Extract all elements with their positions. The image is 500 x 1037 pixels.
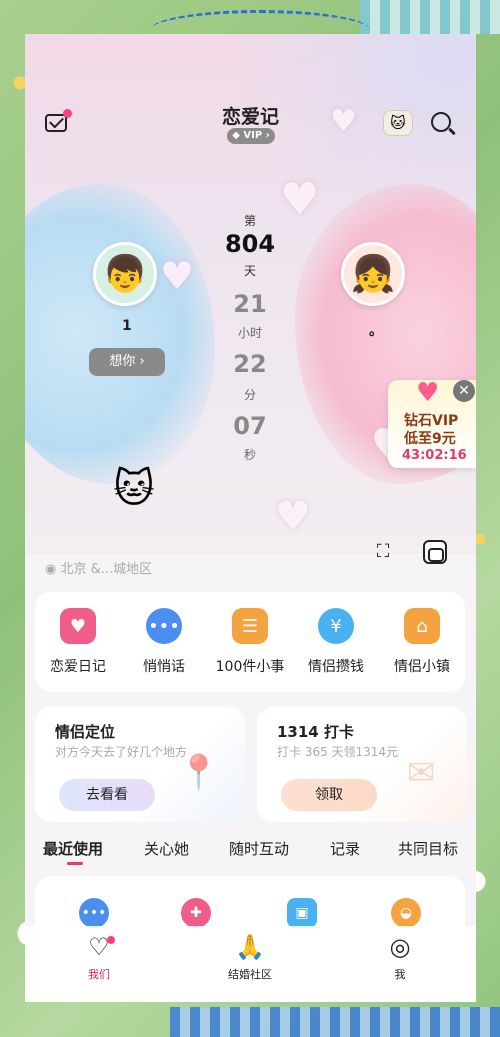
checkin-card-subtitle: 打卡 365 天领1314元 bbox=[277, 745, 399, 759]
feature-town[interactable]: ⌂ 情侣小镇 bbox=[379, 608, 465, 676]
partner-name-left: 1 bbox=[122, 318, 132, 334]
checkin-card-title: 1314 打卡 bbox=[277, 723, 354, 741]
hours-number: 21 bbox=[233, 290, 267, 318]
hands-icon: 🙏 bbox=[235, 933, 265, 961]
list-icon: ☰ bbox=[232, 608, 268, 644]
gift-envelope-icon: ✉ bbox=[406, 753, 436, 793]
nav-label: 我 bbox=[394, 968, 406, 981]
feature-label: 悄悄话 bbox=[143, 659, 185, 675]
map-pin-icon: 📍 bbox=[177, 753, 221, 793]
tab-recent[interactable]: 最近使用 bbox=[43, 838, 103, 859]
nav-us[interactable]: ♡ 我们 bbox=[59, 932, 139, 982]
hours-value: 21 bbox=[220, 290, 280, 318]
nav-label: 结婚社区 bbox=[228, 968, 272, 981]
days-value: 804 bbox=[220, 230, 280, 258]
avatar-left[interactable]: 👦 bbox=[93, 242, 157, 306]
minutes-value: 22 bbox=[220, 350, 280, 378]
cat-mascot-icon[interactable]: 🐱 bbox=[107, 460, 161, 518]
feature-label: 情侣攒钱 bbox=[308, 659, 364, 675]
location-card-title: 情侣定位 bbox=[55, 723, 116, 741]
location-text[interactable]: ◉ 北京 &...城地区 bbox=[45, 558, 152, 577]
day-prefix: 第 bbox=[220, 210, 280, 229]
left-blob bbox=[25, 184, 215, 484]
days-unit-text: 天 bbox=[243, 264, 256, 278]
tab-interact[interactable]: 随时互动 bbox=[229, 838, 289, 859]
profile-icon: ◎ bbox=[389, 933, 411, 961]
location-label: 北京 &...城地区 bbox=[60, 562, 153, 577]
chat-icon[interactable]: ••• bbox=[79, 898, 109, 928]
claim-button[interactable]: 领取 bbox=[281, 779, 377, 811]
tab-records[interactable]: 记录 bbox=[330, 838, 360, 859]
minutes-unit-text: 分 bbox=[243, 388, 256, 402]
walkie-talkie-icon[interactable]: ▣ bbox=[287, 898, 317, 928]
gallery-icon[interactable] bbox=[423, 540, 447, 564]
feature-label: 情侣小镇 bbox=[394, 659, 450, 675]
health-icon[interactable]: ✚ bbox=[181, 898, 211, 928]
location-card-subtitle: 对方今天去了好几个地方 bbox=[55, 745, 188, 759]
nav-community[interactable]: 🙏 结婚社区 bbox=[210, 932, 290, 982]
feature-savings[interactable]: ¥ 情侣攒钱 bbox=[293, 608, 379, 676]
tab-goals[interactable]: 共同目标 bbox=[398, 838, 458, 859]
feature-label: 100件小事 bbox=[215, 659, 285, 675]
diary-icon: ♥ bbox=[60, 608, 96, 644]
piggy-bank-icon: ¥ bbox=[318, 608, 354, 644]
minutes-unit: 分 bbox=[220, 384, 280, 403]
tab-care[interactable]: 关心她 bbox=[144, 838, 189, 859]
miss-you-label: 想你 bbox=[109, 354, 136, 369]
feature-row: ♥ 恋爱日记 ••• 悄悄话 ☰ 100件小事 ¥ 情侣攒钱 ⌂ 情侣小镇 bbox=[35, 592, 465, 692]
avatar-right[interactable]: 👧 bbox=[341, 242, 405, 306]
feature-label: 恋爱日记 bbox=[50, 659, 106, 675]
vip-badge[interactable]: ◆ VIP › bbox=[227, 128, 275, 144]
days-unit: 天 bbox=[220, 260, 280, 279]
minutes-number: 22 bbox=[233, 350, 267, 378]
bubble-heart-icon: ♥ bbox=[160, 254, 195, 298]
house-icon: ⌂ bbox=[404, 608, 440, 644]
seconds-number: 07 bbox=[233, 412, 267, 440]
hours-unit: 小时 bbox=[220, 322, 280, 341]
decor-stripes-bottom bbox=[170, 1007, 500, 1037]
partner-name-right: 。 bbox=[369, 323, 383, 339]
nav-label: 我们 bbox=[88, 968, 110, 981]
app-screen: ♥ ♥ ♥ ♥ ♥ 恋爱记 ◆ VIP › 🐱 👦 1 想你 › 👧 。 第 8… bbox=[25, 34, 476, 1002]
days-number: 804 bbox=[224, 230, 276, 258]
category-tabs: 最近使用 关心她 随时互动 记录 共同目标 bbox=[25, 836, 476, 870]
hours-unit-text: 小时 bbox=[237, 326, 262, 340]
seconds-unit-text: 秒 bbox=[243, 448, 256, 462]
location-card[interactable]: 情侣定位 对方今天去了好几个地方 去看看 📍 bbox=[35, 707, 245, 822]
promo-line2: 低至9元 bbox=[404, 431, 456, 447]
seconds-value: 07 bbox=[220, 412, 280, 440]
nav-me[interactable]: ◎ 我 bbox=[360, 932, 440, 982]
bubble-heart-icon: ♥ bbox=[280, 174, 320, 225]
heart-icon: ♡ bbox=[88, 933, 110, 961]
promo-timer: 43:02:16 bbox=[402, 448, 467, 463]
day-prefix-text: 第 bbox=[243, 214, 256, 228]
cat-avatar-icon[interactable]: 🐱 bbox=[383, 110, 413, 136]
chat-icon: ••• bbox=[146, 608, 182, 644]
feature-diary[interactable]: ♥ 恋爱日记 bbox=[35, 608, 121, 676]
checkin-card[interactable]: 1314 打卡 打卡 365 天领1314元 领取 ✉ bbox=[257, 707, 467, 822]
active-tab-indicator bbox=[67, 862, 83, 865]
decor-stripes-top bbox=[360, 0, 500, 34]
close-icon[interactable]: ✕ bbox=[453, 380, 475, 402]
egg-icon[interactable]: ◒ bbox=[391, 898, 421, 928]
promo-line1: 钻石VIP bbox=[404, 413, 459, 429]
notification-dot bbox=[107, 936, 115, 944]
vip-label: VIP bbox=[243, 130, 263, 141]
fullscreen-icon[interactable]: ⛶ bbox=[373, 542, 393, 562]
feature-whisper[interactable]: ••• 悄悄话 bbox=[121, 608, 207, 676]
bottom-nav: ♡ 我们 🙏 结婚社区 ◎ 我 bbox=[25, 926, 476, 1002]
bubble-heart-icon: ♥ bbox=[275, 494, 311, 540]
top-bar: 恋爱记 ◆ VIP › 🐱 bbox=[25, 100, 476, 150]
promo-heart-icon: ♥ bbox=[416, 378, 440, 408]
go-see-button[interactable]: 去看看 bbox=[59, 779, 155, 811]
seconds-unit: 秒 bbox=[220, 444, 280, 463]
feature-100-things[interactable]: ☰ 100件小事 bbox=[207, 608, 293, 676]
miss-you-button[interactable]: 想你 › bbox=[89, 348, 165, 376]
search-icon[interactable] bbox=[431, 112, 451, 132]
